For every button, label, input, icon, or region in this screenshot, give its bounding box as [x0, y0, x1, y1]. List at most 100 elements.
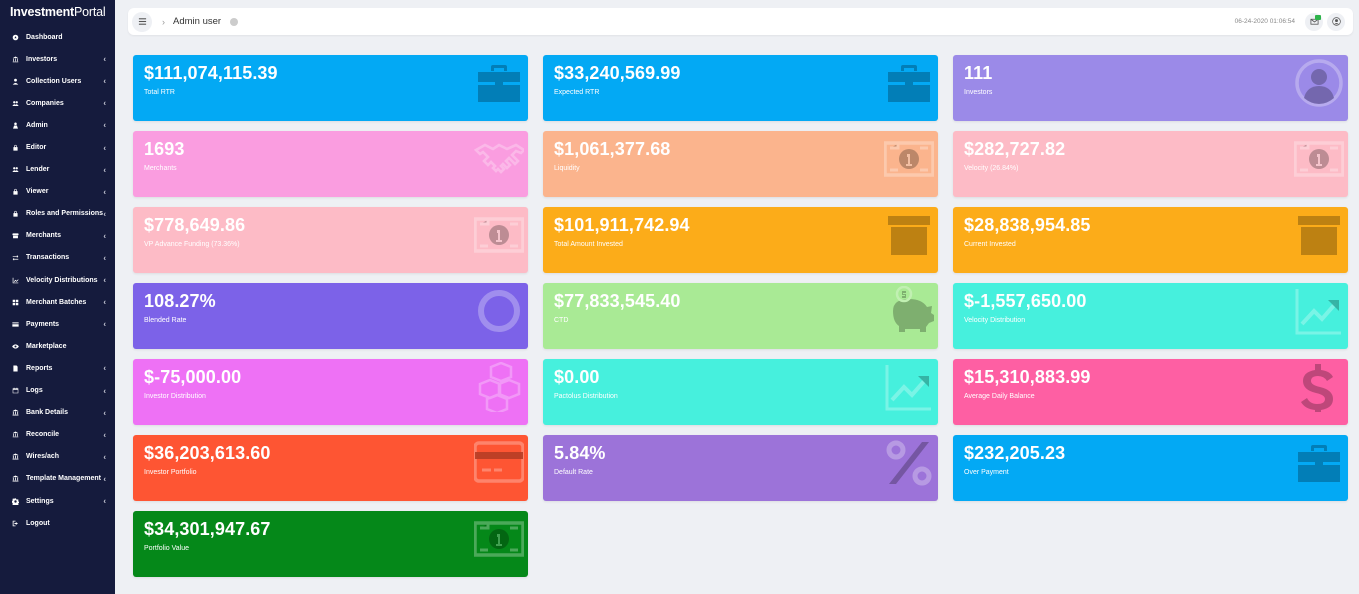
sidebar-item-wires-ach[interactable]: Wires/ach ‹ [0, 446, 115, 468]
sidebar-item-dashboard[interactable]: Dashboard [0, 26, 115, 48]
user-menu-button[interactable] [1327, 12, 1345, 31]
chevron-left-icon: ‹ [103, 76, 106, 86]
sidebar-item-label: Settings [26, 497, 54, 505]
stat-value: $0.00 [554, 367, 600, 387]
sidebar-item-reconcile[interactable]: Reconcile ‹ [0, 424, 115, 446]
sidebar-item-template-management[interactable]: Template Management ‹ [0, 468, 115, 490]
stat-card-average-daily-balance[interactable]: $15,310,883.99 Average Daily Balance [953, 359, 1348, 425]
sidebar-item-roles-and-permissions[interactable]: Roles and Permissions ‹ [0, 203, 115, 225]
sidebar-item-admin[interactable]: Admin ‹ [0, 114, 115, 136]
users-icon [10, 99, 20, 107]
stat-value: 1693 [144, 139, 185, 159]
stat-card-total-rtr[interactable]: $111,074,115.39 Total RTR [133, 55, 528, 121]
notifications-button[interactable] [1305, 12, 1323, 31]
stat-label: Default Rate [554, 469, 593, 476]
sidebar-item-label: Reconcile [26, 431, 60, 439]
sidebar-item-transactions[interactable]: Transactions ‹ [0, 247, 115, 269]
money-icon [1293, 134, 1345, 184]
sidebar-item-companies[interactable]: Companies ‹ [0, 92, 115, 114]
bank-icon [10, 453, 20, 461]
stat-value: $34,301,947.67 [144, 519, 271, 539]
chevron-left-icon: ‹ [103, 165, 106, 175]
stat-card-current-invested[interactable]: $28,838,954.85 Current Invested [953, 207, 1348, 273]
stat-card-investor-distribution[interactable]: $-75,000.00 Investor Distribution [133, 359, 528, 425]
sidebar-item-settings[interactable]: Settings ‹ [0, 490, 115, 512]
timestamp: 06-24-2020 01:06:54 [1234, 18, 1295, 25]
sidebar-item-marketplace[interactable]: Marketplace [0, 335, 115, 357]
brand-logo[interactable]: InvestmentPortal [0, 0, 115, 24]
sidebar-item-merchants[interactable]: Merchants ‹ [0, 225, 115, 247]
cubes-icon [474, 361, 524, 415]
chevron-right-icon: › [162, 16, 165, 27]
sidebar-item-merchant-batches[interactable]: Merchant Batches ‹ [0, 291, 115, 313]
sidebar-item-label: Dashboard [26, 33, 63, 41]
stat-card-total-amount-invested[interactable]: $101,911,742.94 Total Amount Invested [543, 207, 938, 273]
stat-value: $778,649.86 [144, 215, 246, 235]
stat-value: $282,727.82 [964, 139, 1066, 159]
stat-value: 5.84% [554, 443, 606, 463]
sidebar-item-editor[interactable]: Editor ‹ [0, 136, 115, 158]
money-icon [473, 514, 525, 564]
breadcrumb: Admin user [173, 16, 222, 27]
stat-card-blended-rate[interactable]: 108.27% Blended Rate [133, 283, 528, 349]
exchange-icon [10, 254, 20, 262]
sidebar-item-velocity-distributions[interactable]: Velocity Distributions ‹ [0, 269, 115, 291]
stat-label: Investors [964, 89, 993, 96]
stat-card-expected-rtr[interactable]: $33,240,569.99 Expected RTR [543, 55, 938, 121]
bank-icon [10, 475, 20, 483]
sidebar-item-collection-users[interactable]: Collection Users ‹ [0, 70, 115, 92]
stat-card-merchants[interactable]: 1693 Merchants [133, 131, 528, 197]
stat-label: Investor Portfolio [144, 469, 197, 476]
stat-card-over-payment[interactable]: $232,205.23 Over Payment [953, 435, 1348, 501]
archive-icon [1294, 210, 1344, 260]
stat-value: $15,310,883.99 [964, 367, 1091, 387]
money-icon [473, 210, 525, 260]
stat-card-vp-advance-funding-73-36[interactable]: $778,649.86 VP Advance Funding (73.36%) [133, 207, 528, 273]
sidebar-item-label: Collection Users [26, 77, 82, 85]
sidebar-item-label: Template Management [26, 475, 101, 483]
sidebar-item-logs[interactable]: Logs ‹ [0, 380, 115, 402]
stat-value: $1,061,377.68 [554, 139, 671, 159]
chevron-left-icon: ‹ [103, 120, 106, 130]
sidebar-item-reports[interactable]: Reports ‹ [0, 357, 115, 379]
sidebar-item-bank-details[interactable]: Bank Details ‹ [0, 402, 115, 424]
sidebar-item-label: Bank Details [26, 409, 69, 417]
sidebar-item-logout[interactable]: Logout [0, 512, 115, 534]
stat-value: $232,205.23 [964, 443, 1066, 463]
trend-up-icon [884, 362, 934, 412]
stat-card-investor-portfolio[interactable]: $36,203,613.60 Investor Portfolio [133, 435, 528, 501]
sidebar: InvestmentPortal Dashboard Investors ‹ Coll… [0, 0, 115, 594]
stat-value: $28,838,954.85 [964, 215, 1091, 235]
stat-card-liquidity[interactable]: $1,061,377.68 Liquidity [543, 131, 938, 197]
stat-card-ctd[interactable]: $77,833,545.40 CTD [543, 283, 938, 349]
sidebar-item-lender[interactable]: Lender ‹ [0, 159, 115, 181]
stat-card-velocity-distribution[interactable]: $-1,557,650.00 Velocity Distribution [953, 283, 1348, 349]
stat-card-investors[interactable]: 111 Investors [953, 55, 1348, 121]
stat-label: Total Amount Invested [554, 241, 623, 248]
stat-value: 108.27% [144, 291, 216, 311]
sidebar-item-viewer[interactable]: Viewer ‹ [0, 181, 115, 203]
chevron-left-icon: ‹ [103, 275, 106, 285]
stat-card-velocity-26-84[interactable]: $282,727.82 Velocity (26.84%) [953, 131, 1348, 197]
chevron-left-icon: ‹ [103, 408, 106, 418]
store-icon [10, 232, 20, 240]
lock-icon [10, 210, 20, 218]
chevron-left-icon: ‹ [103, 187, 106, 197]
gear-icon [10, 497, 20, 505]
sidebar-item-label: Reports [26, 364, 53, 372]
percent-icon [884, 438, 934, 488]
stat-value: $77,833,545.40 [554, 291, 681, 311]
chevron-left-icon: ‹ [103, 98, 106, 108]
sidebar-item-investors[interactable]: Investors ‹ [0, 48, 115, 70]
sidebar-item-payments[interactable]: Payments ‹ [0, 313, 115, 335]
stat-value: $-75,000.00 [144, 367, 242, 387]
chevron-left-icon: ‹ [103, 209, 106, 219]
sidebar-item-label: Companies [26, 99, 64, 107]
stat-card-pactolus-distribution[interactable]: $0.00 Pactolus Distribution [543, 359, 938, 425]
stat-card-portfolio-value[interactable]: $34,301,947.67 Portfolio Value [133, 511, 528, 577]
menu-toggle-button[interactable] [132, 11, 152, 32]
user-icon [10, 77, 20, 85]
sidebar-item-label: Wires/ach [26, 453, 60, 461]
stat-card-default-rate[interactable]: 5.84% Default Rate [543, 435, 938, 501]
sidebar-item-label: Editor [26, 144, 47, 152]
